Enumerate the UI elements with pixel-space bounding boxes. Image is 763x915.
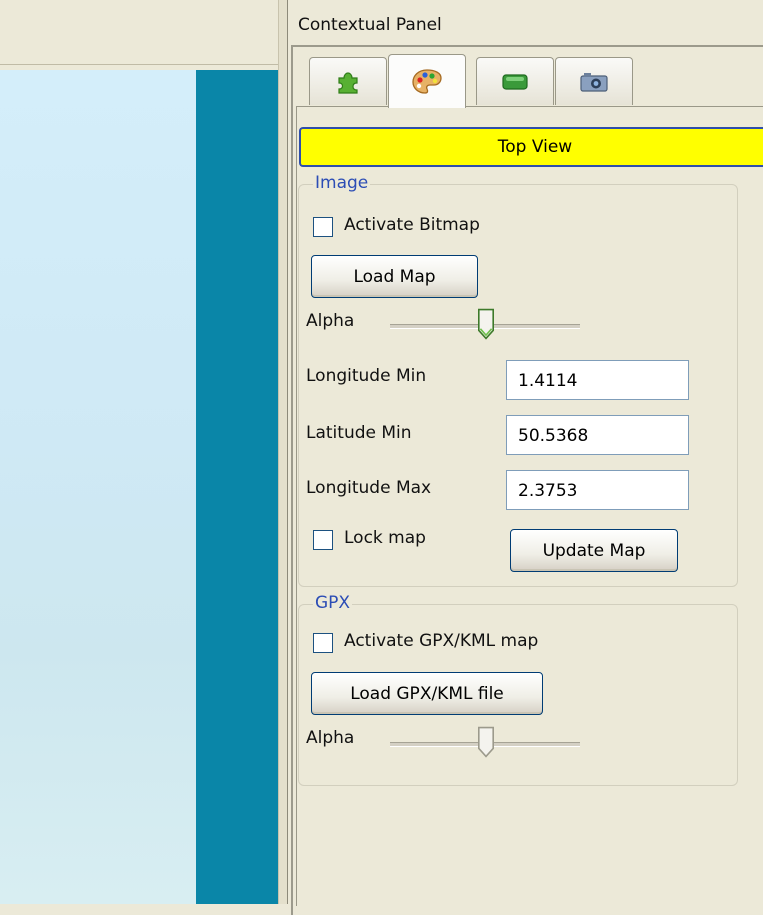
alpha-label: Alpha <box>306 311 355 331</box>
longitude-min-field[interactable]: 1.4114 <box>506 360 689 400</box>
palette-icon <box>412 68 442 94</box>
load-gpx-button-label: Load GPX/KML file <box>350 684 504 704</box>
load-gpx-button[interactable]: Load GPX/KML file <box>311 672 543 715</box>
map-view-header <box>0 0 278 65</box>
activate-gpx-checkbox[interactable] <box>313 633 333 653</box>
lock-map-checkbox[interactable] <box>313 530 333 550</box>
activate-bitmap-checkbox[interactable] <box>313 217 333 237</box>
tab-camera[interactable] <box>555 57 633 105</box>
tab-palette[interactable] <box>388 54 466 108</box>
map-view-pane <box>0 0 288 904</box>
gpx-alpha-slider-thumb[interactable] <box>475 726 497 758</box>
top-view-button[interactable]: Top View <box>299 127 763 167</box>
latitude-min-field[interactable]: 50.5368 <box>506 415 689 455</box>
layer-icon <box>502 73 528 90</box>
puzzle-icon <box>338 71 358 94</box>
latitude-min-label: Latitude Min <box>306 423 412 443</box>
image-group-legend: Image <box>313 173 371 193</box>
load-map-button[interactable]: Load Map <box>311 255 478 298</box>
map-water-strip <box>196 70 278 904</box>
activate-gpx-label: Activate GPX/KML map <box>344 631 539 651</box>
map-canvas[interactable] <box>0 70 196 904</box>
load-map-button-label: Load Map <box>353 267 436 287</box>
update-map-button-label: Update Map <box>542 541 646 561</box>
tab-puzzle[interactable] <box>309 57 387 105</box>
gpx-alpha-label: Alpha <box>306 728 355 748</box>
longitude-max-field[interactable]: 2.3753 <box>506 470 689 510</box>
top-view-label: Top View <box>497 137 573 157</box>
update-map-button[interactable]: Update Map <box>510 529 678 572</box>
activate-bitmap-label: Activate Bitmap <box>344 215 480 235</box>
longitude-min-label: Longitude Min <box>306 366 427 386</box>
panel-title: Contextual Panel <box>298 15 442 35</box>
gpx-group-legend: GPX <box>313 593 353 613</box>
longitude-max-label: Longitude Max <box>306 478 432 498</box>
alpha-slider-thumb[interactable] <box>475 308 497 340</box>
lock-map-label: Lock map <box>344 528 426 548</box>
tab-layer[interactable] <box>476 57 554 105</box>
splitter-handle[interactable] <box>278 0 288 904</box>
camera-icon <box>580 72 608 92</box>
